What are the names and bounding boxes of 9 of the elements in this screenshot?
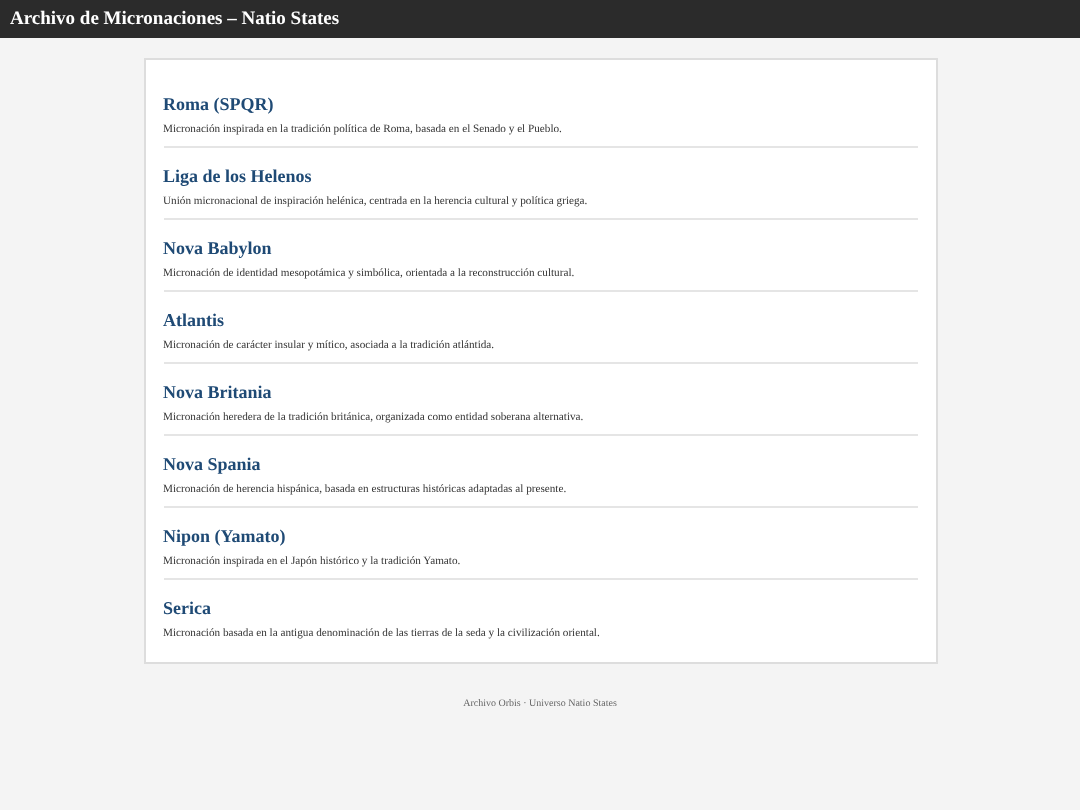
site-title: Archivo de Micronaciones – Natio States [10,9,340,29]
entry-title-link[interactable]: Nipon (Yamato) [163,524,286,548]
entry-title-link[interactable]: Nova Babylon [163,236,272,260]
entry-title-link[interactable]: Atlantis [163,308,225,332]
entry-title-link[interactable]: Nova Britania [163,380,272,404]
entry-title-link[interactable]: Serica [163,596,211,620]
entry-title-link[interactable]: Nova Spania [163,452,261,476]
entry-title-link[interactable]: Roma (SPQR) [163,92,274,116]
entry-title-link[interactable]: Liga de los Helenos [163,164,312,188]
